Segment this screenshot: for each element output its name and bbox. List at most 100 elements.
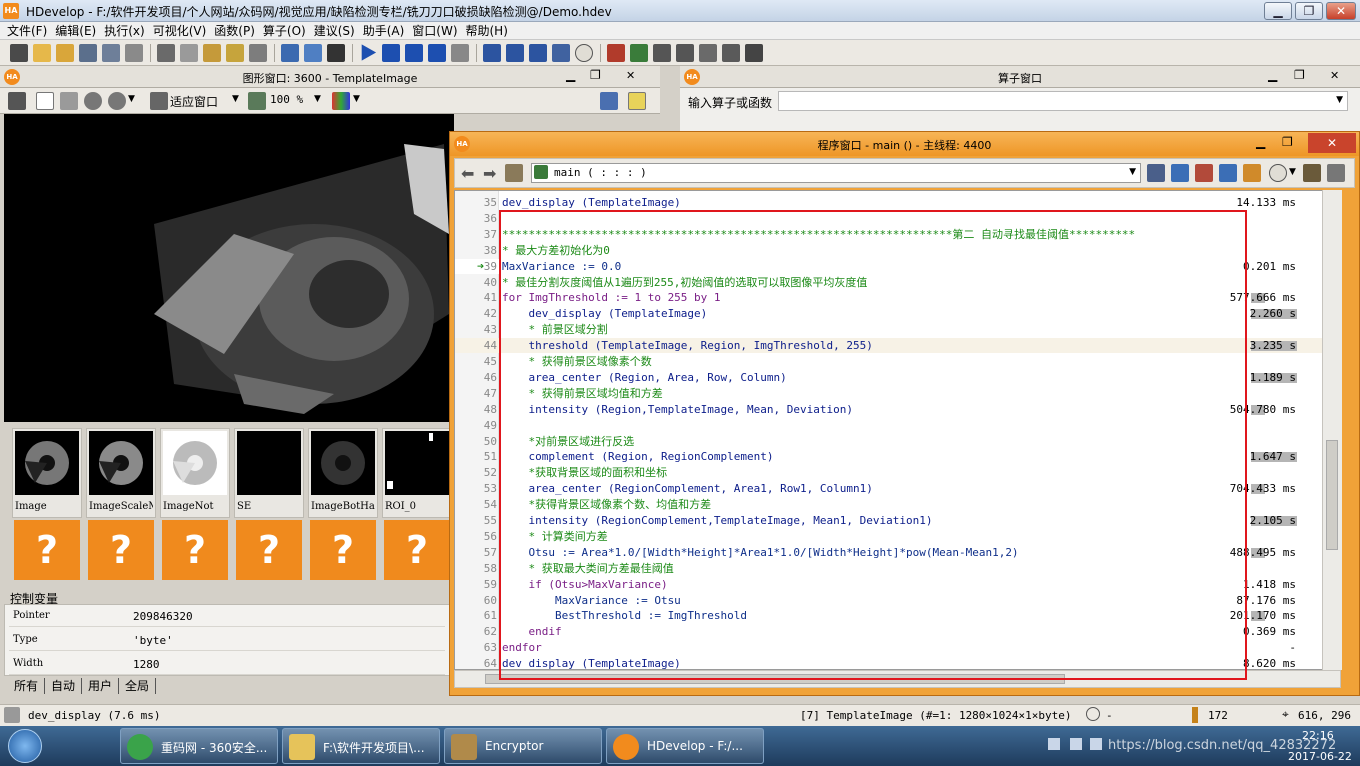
operator-search-input[interactable]: ▼: [778, 91, 1348, 111]
chevron-down-icon[interactable]: ▼: [232, 94, 239, 104]
delete-procedure-icon[interactable]: [1195, 164, 1213, 182]
menu-item[interactable]: 文件(F): [7, 23, 55, 39]
placeholder-thumbnail[interactable]: ?: [236, 520, 302, 580]
reset-program-icon[interactable]: [506, 43, 524, 62]
thumbnail-image-bothat[interactable]: ImageBotHat: [308, 428, 378, 518]
placeholder-thumbnail[interactable]: ?: [310, 520, 376, 580]
pane-close-button[interactable]: ✕: [1330, 69, 1339, 82]
table-row[interactable]: Pointer 209846320: [9, 605, 445, 627]
timer-icon[interactable]: [575, 43, 593, 62]
menu-item[interactable]: 帮助(H): [466, 23, 516, 39]
volume-icon[interactable]: [1090, 738, 1102, 750]
pane-maximize-button[interactable]: ❐: [1282, 135, 1293, 149]
menu-item[interactable]: 算子(O): [263, 23, 314, 39]
menu-item[interactable]: 执行(x): [104, 23, 152, 39]
placeholder-thumbnail[interactable]: ?: [162, 520, 228, 580]
back-arrow-icon[interactable]: ⬅: [461, 164, 474, 183]
table-row[interactable]: Type 'byte': [9, 629, 445, 651]
reset-icon[interactable]: [483, 43, 501, 62]
inspect-icon[interactable]: [600, 92, 618, 110]
menu-item[interactable]: 建议(S): [314, 23, 363, 39]
pane-close-button[interactable]: ✕: [1308, 133, 1356, 153]
feature-histogram-icon[interactable]: [676, 43, 694, 62]
line-profile-icon[interactable]: [653, 43, 671, 62]
fit-window-icon[interactable]: [150, 92, 168, 110]
placeholder-thumbnail[interactable]: ?: [384, 520, 450, 580]
run-icon[interactable]: [361, 44, 377, 61]
ocr-icon[interactable]: [745, 43, 763, 62]
code-line[interactable]: 35 dev_display (TemplateImage) 14.133 ms: [455, 195, 1340, 210]
copy-icon[interactable]: [180, 43, 198, 62]
pane-minimize-button[interactable]: ▁: [1268, 68, 1277, 82]
fit-window-label[interactable]: 适应窗口: [170, 93, 218, 110]
profile-icon[interactable]: [1327, 164, 1345, 182]
placeholder-thumbnail[interactable]: ?: [88, 520, 154, 580]
magnifier-icon[interactable]: [84, 92, 102, 110]
graphics-window-icon[interactable]: [552, 43, 570, 62]
cut-icon[interactable]: [157, 43, 175, 62]
chevron-down-icon[interactable]: ▼: [314, 94, 321, 104]
procedure-icon[interactable]: [505, 164, 523, 182]
pane-minimize-button[interactable]: ▁: [1256, 135, 1265, 149]
minimize-button[interactable]: ▁: [1264, 2, 1292, 20]
redo-icon[interactable]: [249, 43, 267, 62]
calibration-icon[interactable]: [722, 43, 740, 62]
open-file-icon[interactable]: [33, 43, 51, 62]
network-icon[interactable]: [1070, 738, 1082, 750]
variables-icon[interactable]: [304, 43, 322, 62]
zoom-factor-icon[interactable]: [248, 92, 266, 110]
light-bulb-icon[interactable]: [628, 92, 646, 110]
close-button[interactable]: ✕: [1326, 2, 1356, 20]
tab-user[interactable]: 用户: [82, 678, 120, 694]
step-out-icon[interactable]: [428, 43, 446, 62]
menu-item[interactable]: 助手(A): [363, 23, 413, 39]
save-icon[interactable]: [79, 43, 97, 62]
pane-close-button[interactable]: ✕: [626, 69, 635, 82]
pointer-icon[interactable]: [36, 92, 54, 110]
menu-item[interactable]: 可视化(V): [153, 23, 215, 39]
timer-icon[interactable]: [1269, 164, 1287, 182]
tab-auto[interactable]: 自动: [45, 678, 83, 694]
properties-icon[interactable]: [281, 43, 299, 62]
menu-item[interactable]: 编辑(E): [55, 23, 104, 39]
keyboard-icon[interactable]: [1048, 738, 1060, 750]
start-button[interactable]: [8, 729, 42, 763]
thumbnail-image[interactable]: Image: [12, 428, 82, 518]
thumbnail-image-scale[interactable]: ImageScaleM: [86, 428, 156, 518]
procedure-list-icon[interactable]: [1147, 164, 1165, 182]
step-over-icon[interactable]: [382, 43, 400, 62]
chevron-down-icon[interactable]: ▼: [353, 94, 360, 104]
tab-global[interactable]: 全局: [119, 678, 157, 694]
taskbar-item[interactable]: 重码网 - 360安全...: [120, 728, 278, 764]
step-into-icon[interactable]: [405, 43, 423, 62]
thumbnail-roi[interactable]: ROI_0: [382, 428, 452, 518]
zoom-level[interactable]: 100 %: [270, 93, 303, 106]
procedure-interface-icon[interactable]: [1219, 164, 1237, 182]
zoom-window-icon[interactable]: [607, 43, 625, 62]
pan-hand-icon[interactable]: [60, 92, 78, 110]
taskbar-item[interactable]: HDevelop - F:/...: [606, 728, 764, 764]
print-icon[interactable]: [125, 43, 143, 62]
vertical-scrollbar[interactable]: [1322, 190, 1342, 670]
thumbnail-image-not[interactable]: ImageNot: [160, 428, 230, 518]
pane-maximize-button[interactable]: ❐: [590, 68, 601, 82]
open-folder-icon[interactable]: [56, 43, 74, 62]
new-file-icon[interactable]: [10, 43, 28, 62]
placeholder-thumbnail[interactable]: ?: [14, 520, 80, 580]
edit-procedure-icon[interactable]: [1171, 164, 1189, 182]
stop-icon[interactable]: [451, 43, 469, 62]
profiler-icon[interactable]: [327, 43, 345, 62]
thumbnail-se[interactable]: SE: [234, 428, 304, 518]
paste-icon[interactable]: [203, 43, 221, 62]
chevron-down-icon[interactable]: ▼: [128, 94, 135, 104]
continue-icon[interactable]: [529, 43, 547, 62]
forward-arrow-icon[interactable]: ➡: [483, 164, 496, 183]
menu-item[interactable]: 函数(P): [214, 23, 263, 39]
breakpoint-icon[interactable]: [1243, 164, 1261, 182]
pane-maximize-button[interactable]: ❐: [1294, 68, 1305, 82]
maximize-button[interactable]: ❐: [1295, 2, 1323, 20]
zoom-icon[interactable]: [108, 92, 126, 110]
table-row[interactable]: Width 1280: [9, 653, 445, 675]
save-all-icon[interactable]: [102, 43, 120, 62]
undo-icon[interactable]: [226, 43, 244, 62]
